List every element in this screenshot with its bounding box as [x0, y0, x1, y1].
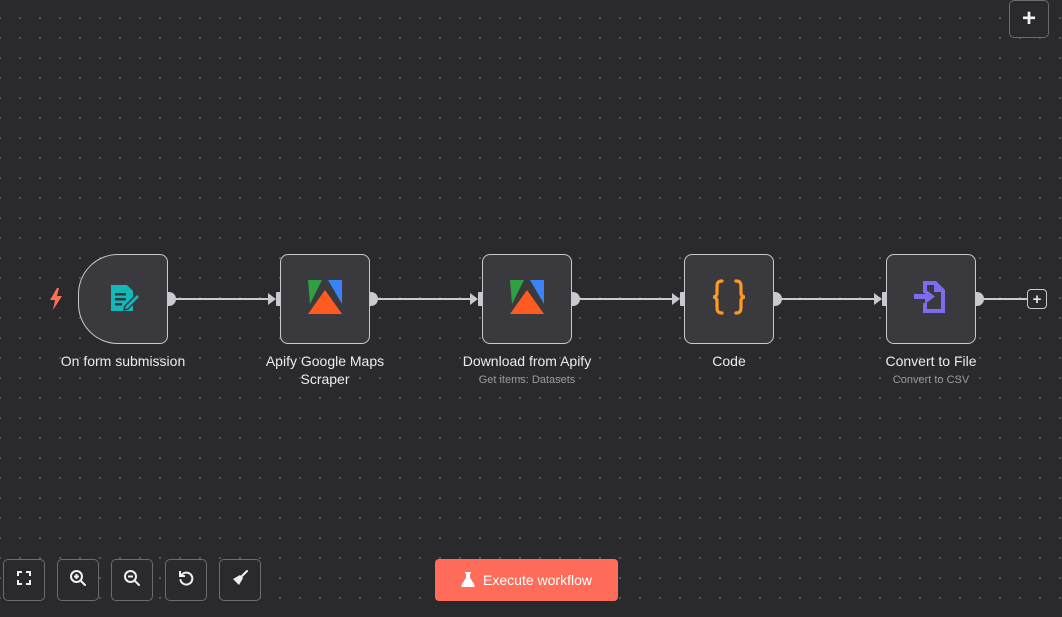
node-code[interactable] — [684, 254, 774, 344]
node-subtitle: Convert to CSV — [892, 374, 970, 386]
zoom-to-fit-button[interactable] — [3, 559, 45, 601]
code-braces-icon — [709, 277, 749, 322]
zoom-out-button[interactable] — [111, 559, 153, 601]
execute-workflow-button[interactable]: Execute workflow — [435, 559, 618, 601]
node-label: Apify Google Maps Scraper — [265, 353, 385, 387]
zoom-out-icon — [123, 569, 141, 592]
workflow-canvas[interactable]: + On form submission Apify Google Maps S… — [0, 0, 1062, 617]
zoom-in-icon — [69, 569, 87, 592]
node-label: Convert to File — [885, 353, 977, 369]
arrow-head — [874, 293, 882, 305]
node-subtitle: Get items: Datasets — [478, 374, 576, 386]
trigger-bolt-icon — [48, 288, 64, 315]
arrow-head — [672, 293, 680, 305]
flask-icon — [461, 571, 475, 590]
node-convert-to-file[interactable] — [886, 254, 976, 344]
convert-file-icon — [911, 277, 951, 322]
arrow-head — [268, 293, 276, 305]
form-icon — [105, 279, 142, 320]
undo-icon — [177, 569, 195, 592]
fit-view-icon — [16, 570, 32, 591]
tidy-up-button[interactable] — [219, 559, 261, 601]
node-label: On form submission — [60, 353, 186, 369]
apify-icon — [508, 278, 546, 321]
zoom-in-button[interactable] — [57, 559, 99, 601]
node-apify-google-maps-scraper[interactable] — [280, 254, 370, 344]
apify-icon — [306, 278, 344, 321]
reset-zoom-button[interactable] — [165, 559, 207, 601]
broom-icon — [231, 569, 249, 592]
node-on-form-submission[interactable] — [78, 254, 168, 344]
arrow-head — [470, 293, 478, 305]
node-label: Code — [712, 353, 746, 369]
node-download-from-apify[interactable] — [482, 254, 572, 344]
add-next-node-button[interactable]: + — [1027, 289, 1047, 309]
execute-workflow-label: Execute workflow — [483, 572, 592, 588]
node-label: Download from Apify — [462, 353, 592, 369]
